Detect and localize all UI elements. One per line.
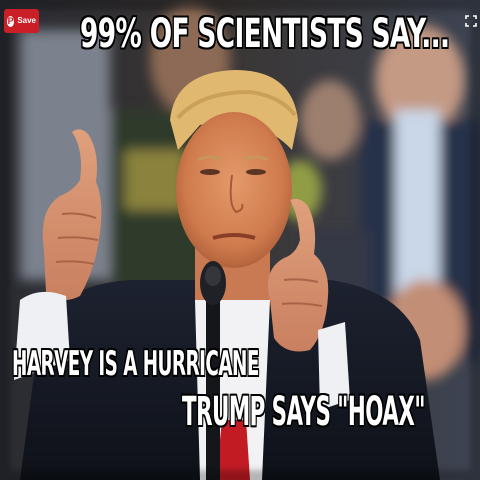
pinterest-save-button[interactable]: P Save <box>4 9 39 33</box>
meme-image: 99% OF SCIENTISTS SAY... HARVEY IS A HUR… <box>0 0 480 480</box>
expand-button[interactable] <box>465 14 477 27</box>
top-caption: 99% OF SCIENTISTS SAY... <box>80 11 450 57</box>
bottom-caption-line-1: HARVEY IS A HURRICANE <box>12 344 259 384</box>
bottom-caption-line-2: TRUMP SAYS "HOAX" <box>182 389 426 435</box>
pinterest-icon: P <box>7 15 15 27</box>
save-label: Save <box>17 16 36 25</box>
expand-icon <box>465 15 477 27</box>
